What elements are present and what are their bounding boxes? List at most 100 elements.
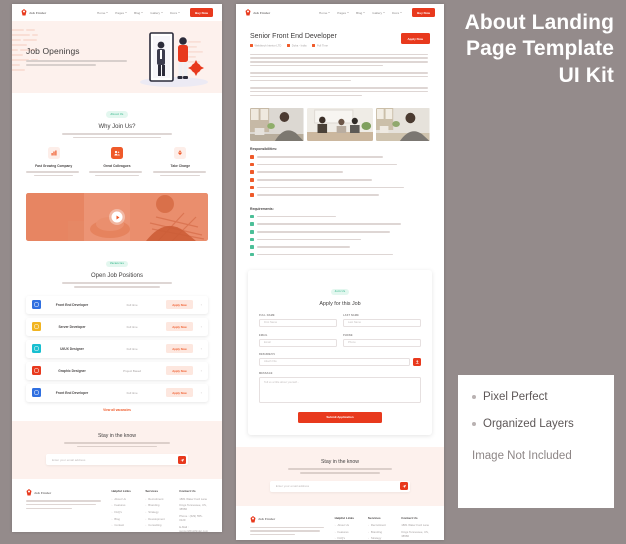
apply-now-button[interactable]: Apply Now xyxy=(166,366,193,375)
email-input[interactable]: Enter your email address xyxy=(52,458,85,462)
chevron-down-icon xyxy=(347,12,350,13)
bullet-icon xyxy=(250,155,254,159)
phone-field[interactable]: Phone xyxy=(343,338,421,347)
nav-item-blog[interactable]: Blog xyxy=(356,11,366,15)
footer-description xyxy=(250,526,326,536)
resume-group: RESUME/CV Attach File xyxy=(259,353,421,366)
footer-link[interactable]: › Branding xyxy=(368,530,392,534)
footer-link[interactable]: › Contact xyxy=(111,523,136,527)
footer-contact-item[interactable]: E-Mail : support@jobfinder.com xyxy=(179,525,208,532)
submit-application-button[interactable]: Submit Application xyxy=(297,411,383,423)
logo-icon xyxy=(26,489,32,496)
footer-brand: Job Finder xyxy=(26,489,102,532)
footer-column-services: Services › Recruitment › Branding › Strateg… xyxy=(368,516,392,540)
section-badge: Vacancies xyxy=(105,260,129,267)
nav-links-left: Home Pages Blog Gallery Docs Buy Now xyxy=(97,8,213,17)
caption-line-2: Page Template xyxy=(466,37,614,61)
message-textarea[interactable]: Tell us a little about yourself... xyxy=(259,376,421,403)
message-group: MESSAGE Tell us a little about yourself.… xyxy=(259,372,421,403)
table-row[interactable]: UI/UX Designer Full time Apply Now › xyxy=(26,339,208,358)
footer-link[interactable]: › About Us xyxy=(111,497,136,501)
email-field[interactable]: Email xyxy=(259,338,337,347)
chevron-right-icon[interactable]: › xyxy=(201,390,202,395)
chevron-down-icon xyxy=(106,12,109,13)
chevron-right-icon[interactable]: › xyxy=(201,324,202,329)
nav-links-right: Home Pages Blog Gallery Docs Buy Now xyxy=(319,8,435,17)
brand-name: Job Finder xyxy=(29,10,47,15)
nav-item-pages[interactable]: Pages xyxy=(337,11,350,15)
footer-link[interactable]: › Consulting xyxy=(145,523,170,527)
send-icon[interactable] xyxy=(177,455,186,464)
apply-now-button[interactable]: Apply Now xyxy=(166,300,193,309)
feature-card[interactable]: Fast Growing Company xyxy=(26,147,81,177)
apply-now-button[interactable]: Apply Now xyxy=(166,344,193,353)
view-all-vacancies-link[interactable]: View all vacancies xyxy=(26,408,208,412)
buy-now-button[interactable]: Buy Now xyxy=(412,8,435,17)
video-banner[interactable] xyxy=(26,193,208,242)
field-label: MESSAGE xyxy=(259,371,273,375)
job-list: Front End Developer Full time Apply Now … xyxy=(26,295,208,402)
nav-item-home[interactable]: Home xyxy=(319,11,331,15)
footer-link[interactable]: › Strategy xyxy=(368,536,392,540)
apply-now-button[interactable]: Apply Now xyxy=(400,33,430,44)
footer-link[interactable]: › Features xyxy=(111,503,136,507)
job-type-icon xyxy=(32,300,41,310)
last-name-field[interactable]: Last Name xyxy=(343,318,421,327)
footer-link[interactable]: › About Us xyxy=(335,523,359,527)
nav-item-home[interactable]: Home xyxy=(97,11,109,15)
clock-icon xyxy=(312,44,316,47)
upload-icon[interactable] xyxy=(413,357,421,366)
chevron-right-icon[interactable]: › xyxy=(201,346,202,351)
brand-logo[interactable]: Job Finder xyxy=(21,9,46,16)
footer-link[interactable]: › Features xyxy=(335,530,359,534)
feature-text xyxy=(89,171,144,177)
nav-item-gallery[interactable]: Gallery xyxy=(150,11,164,15)
footer-link[interactable]: › Blog xyxy=(111,517,136,521)
logo-icon xyxy=(245,9,251,16)
job-paragraph xyxy=(250,87,430,97)
footer-link[interactable]: › Recruitment xyxy=(368,523,392,527)
footer-link[interactable]: › Development xyxy=(145,517,170,521)
footer-link[interactable]: › FAQ's xyxy=(111,510,136,514)
feature-card[interactable]: Great Colleagues xyxy=(89,147,144,177)
list-item: Pixel Perfect xyxy=(472,391,600,403)
office-photo-1 xyxy=(250,108,304,142)
footer-link[interactable]: › FAQ's xyxy=(335,536,359,540)
feature-card[interactable]: Take Charge xyxy=(152,147,208,177)
job-type-icon xyxy=(32,322,41,332)
table-row[interactable]: Front End Developer Full time Apply Now … xyxy=(26,295,208,314)
apply-now-button[interactable]: Apply Now xyxy=(166,388,193,397)
footer-column-services: Services › Recruitment › Branding › Strateg… xyxy=(145,489,170,532)
list-item: Organized Layers xyxy=(472,418,600,430)
full-name-field[interactable]: First Name xyxy=(259,318,337,327)
footer-column-helpful-links: Helpful Links › About Us › Features › FAQ's… xyxy=(111,489,136,532)
nav-item-docs[interactable]: Docs xyxy=(170,11,181,15)
footer-link[interactable]: › Strategy xyxy=(145,510,170,514)
poster-canvas: Job Finder Home Pages Blog Gallery Docs … xyxy=(0,0,626,544)
brand-logo[interactable]: Job Finder xyxy=(245,9,270,16)
caption-line-3: UI Kit xyxy=(558,63,614,87)
page-title: Senior Front End Developer xyxy=(250,33,337,40)
apply-now-button[interactable]: Apply Now xyxy=(166,322,193,331)
nav-item-gallery[interactable]: Gallery xyxy=(372,11,386,15)
nav-item-docs[interactable]: Docs xyxy=(392,11,403,15)
table-row[interactable]: Front End Developer Full time Apply Now … xyxy=(26,383,208,402)
location-meta: Doha - India xyxy=(287,44,306,48)
bullet-icon xyxy=(250,245,254,249)
footer-column-title: Services xyxy=(367,515,381,520)
footer-link[interactable]: › Recruitment xyxy=(145,497,170,501)
buy-now-button[interactable]: Buy Now xyxy=(190,8,213,17)
send-icon[interactable] xyxy=(400,482,409,491)
job-type-icon xyxy=(32,344,41,354)
email-input[interactable]: Enter your email address xyxy=(276,484,309,488)
footer-link[interactable]: › Branding xyxy=(145,503,170,507)
chevron-right-icon[interactable]: › xyxy=(201,302,202,307)
table-row[interactable]: Server Developer Full time Apply Now › xyxy=(26,317,208,336)
chevron-right-icon[interactable]: › xyxy=(201,368,202,373)
table-row[interactable]: Graphic Designer Project Based Apply Now… xyxy=(26,361,208,380)
resume-field[interactable]: Attach File xyxy=(259,357,410,366)
info-card: Pixel Perfect Organized Layers Image Not… xyxy=(458,375,614,508)
nav-item-blog[interactable]: Blog xyxy=(134,11,144,15)
nav-item-pages[interactable]: Pages xyxy=(115,11,128,15)
play-button-icon[interactable] xyxy=(111,211,123,223)
